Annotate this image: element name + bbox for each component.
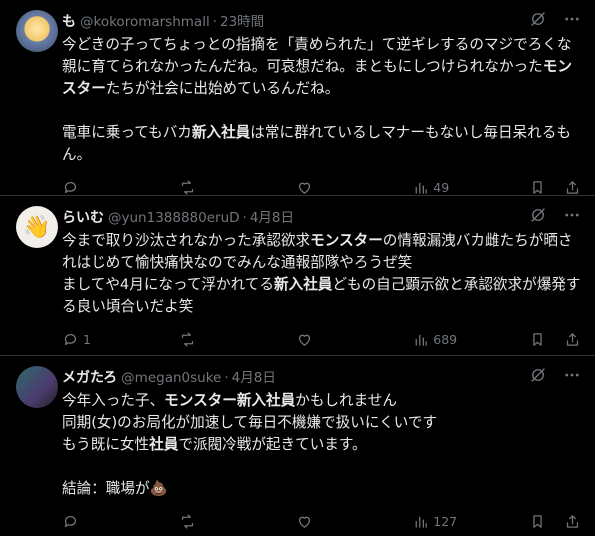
share-icon[interactable] — [564, 331, 581, 348]
view-count: 127 — [433, 513, 458, 529]
avatar[interactable] — [16, 366, 58, 408]
user-handle[interactable]: @megan0suke — [121, 370, 221, 386]
grok-icon[interactable] — [529, 206, 547, 224]
share-icon[interactable] — [564, 179, 581, 196]
repost-icon — [181, 331, 193, 347]
avatar[interactable] — [16, 10, 58, 52]
separator-dot: · — [212, 14, 217, 30]
user-handle[interactable]: @kokoromarshmall — [80, 14, 210, 30]
grok-icon[interactable] — [529, 10, 547, 28]
tweet[interactable]: も @kokoromarshmall · 23時間 今どきの子ってちょっとの指摘… — [0, 0, 595, 196]
repost-button[interactable] — [179, 513, 233, 530]
views-button[interactable]: 127 — [412, 513, 466, 530]
views-icon — [415, 182, 428, 194]
tweet-text: 今年入った子、モンスター新入社員かもしれません 同期(女)のお局化が加速して毎日… — [62, 392, 438, 497]
repost-button[interactable] — [179, 179, 233, 196]
reply-icon — [64, 333, 77, 345]
display-name[interactable]: も — [62, 11, 76, 31]
like-icon — [298, 182, 310, 194]
reply-button[interactable]: 1 — [62, 331, 116, 348]
avatar[interactable]: 👋 — [16, 206, 58, 248]
more-icon[interactable] — [563, 366, 581, 384]
repost-icon — [181, 179, 193, 195]
bookmark-icon[interactable] — [529, 331, 546, 348]
views-button[interactable]: 689 — [412, 331, 466, 348]
views-button[interactable]: 49 — [412, 179, 466, 196]
bookmark-icon[interactable] — [529, 179, 546, 196]
tweet-text: 今まで取り沙汰されなかった承認欲求モンスターの情報漏洩バカ雌たちが晒されはじめて… — [62, 232, 581, 315]
reply-icon — [64, 181, 77, 193]
repost-button[interactable] — [179, 331, 233, 348]
display-name[interactable]: メガたろ — [62, 367, 117, 387]
reply-count: 1 — [83, 331, 91, 347]
separator-dot: · — [242, 210, 247, 226]
timestamp[interactable]: 4月8日 — [232, 366, 276, 386]
tweet-text: 今どきの子ってちょっとの指摘を「責められた」て逆ギレするのマジでろくな親に育てら… — [62, 36, 572, 163]
repost-icon — [181, 513, 193, 529]
like-button[interactable] — [296, 331, 350, 348]
action-bar: 1 689 — [62, 324, 581, 354]
views-icon — [415, 516, 428, 528]
more-icon[interactable] — [563, 206, 581, 224]
separator-dot: · — [224, 370, 229, 386]
views-icon — [415, 334, 428, 346]
reply-button[interactable] — [62, 179, 116, 196]
action-bar: 127 — [62, 506, 581, 536]
share-icon[interactable] — [564, 513, 581, 530]
bookmark-icon[interactable] — [529, 513, 546, 530]
user-handle[interactable]: @yun1388880eruD — [108, 210, 240, 226]
tweet[interactable]: メガたろ @megan0suke · 4月8日 今年入った子、モンスター新入社員… — [0, 356, 595, 529]
like-button[interactable] — [296, 513, 350, 530]
view-count: 49 — [433, 179, 450, 195]
more-icon[interactable] — [563, 10, 581, 28]
timestamp[interactable]: 23時間 — [220, 10, 264, 30]
reply-icon — [64, 515, 77, 527]
timestamp[interactable]: 4月8日 — [250, 206, 294, 226]
display-name[interactable]: らいむ — [62, 207, 104, 227]
like-button[interactable] — [296, 179, 350, 196]
reply-button[interactable] — [62, 513, 116, 530]
view-count: 689 — [433, 331, 458, 347]
like-icon — [298, 334, 310, 346]
tweet[interactable]: 👋 らいむ @yun1388880eruD · 4月8日 今まで取り沙汰されなか… — [0, 196, 595, 356]
like-icon — [298, 516, 310, 528]
grok-icon[interactable] — [529, 366, 547, 384]
